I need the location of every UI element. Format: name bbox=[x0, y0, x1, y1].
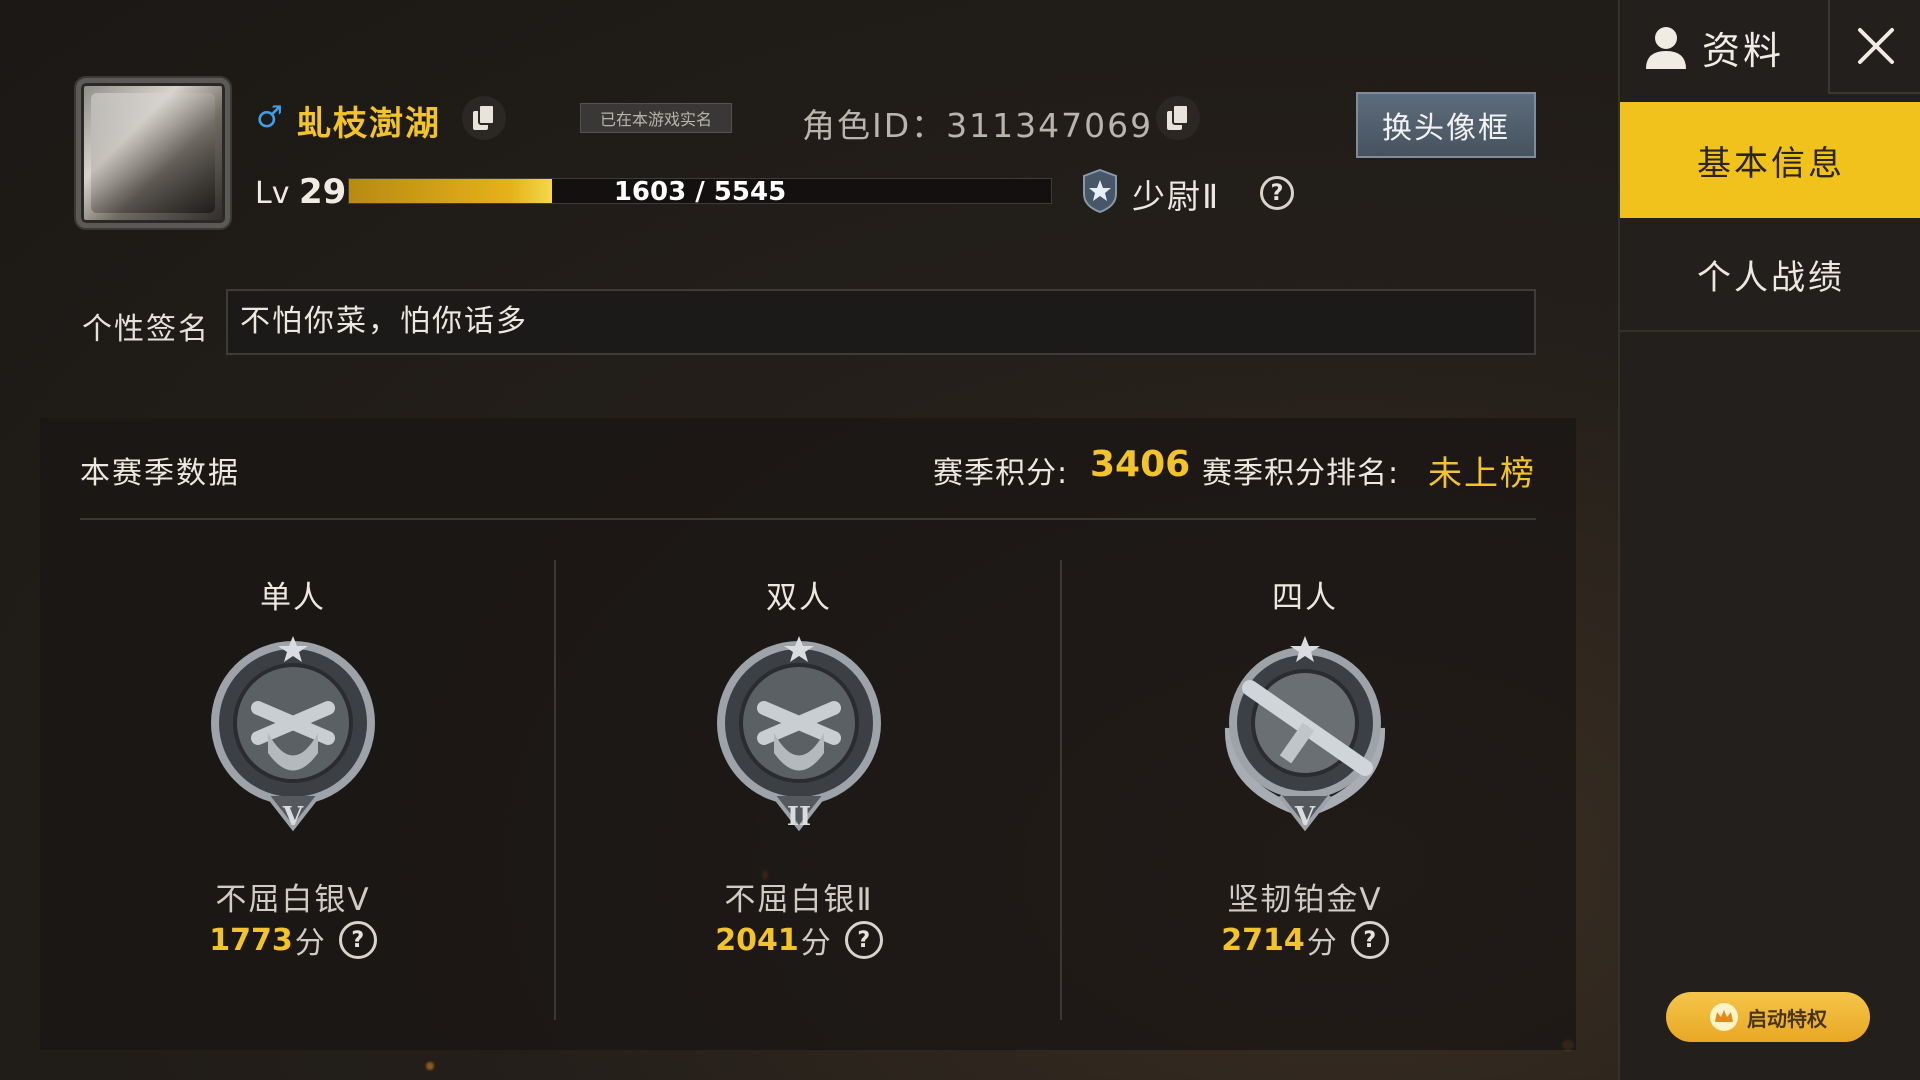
signature-label: 个性签名 bbox=[82, 312, 210, 347]
score-line: 1773 分 ? bbox=[40, 918, 546, 962]
season-rank-value: 未上榜 bbox=[1428, 454, 1536, 494]
sidebar: 资料 基本信息 个人战绩 启动特权 bbox=[1618, 0, 1920, 1080]
tier-name: 不屈白银Ⅱ bbox=[724, 882, 874, 918]
close-button[interactable] bbox=[1828, 0, 1920, 94]
ember-decoration bbox=[426, 1062, 434, 1070]
score-unit: 分 bbox=[1306, 926, 1337, 961]
rank-shield-icon bbox=[1083, 168, 1117, 214]
season-score-label: 赛季积分: bbox=[933, 456, 1069, 491]
score-line: 2714 分 ? bbox=[1052, 918, 1558, 962]
privilege-button[interactable]: 启动特权 bbox=[1666, 992, 1870, 1042]
tier-name: 不屈白银Ⅴ bbox=[215, 882, 371, 918]
player-name: 虬枝澍湖 bbox=[297, 104, 441, 144]
role-id-label: 角色ID： bbox=[802, 106, 947, 145]
privilege-label: 启动特权 bbox=[1747, 1006, 1827, 1031]
mode-name: 双人 bbox=[766, 580, 832, 616]
mode-duo[interactable]: 双人 II 不屈白银Ⅱ 2041 分 ? bbox=[546, 536, 1052, 1036]
score-unit: 分 bbox=[800, 926, 831, 961]
season-score-value: 3406 bbox=[1090, 444, 1191, 485]
crown-icon bbox=[1710, 1003, 1738, 1031]
mode-score: 2041 bbox=[715, 922, 799, 958]
role-id: 角色ID：311347069 bbox=[802, 99, 1153, 147]
copy-name-icon[interactable] bbox=[462, 96, 506, 140]
mode-solo[interactable]: 单人 V 不屈白银Ⅴ 1773 分 ? bbox=[40, 536, 546, 1036]
copy-id-icon[interactable] bbox=[1156, 96, 1200, 140]
profile-icon bbox=[1646, 27, 1686, 69]
xp-progress-bar: 1603 / 5545 bbox=[348, 177, 1052, 207]
mode-squad[interactable]: 四人 V 坚韧铂金Ⅴ 2714 分 ? bbox=[1052, 536, 1558, 1036]
avatar[interactable] bbox=[76, 78, 230, 228]
tier-name: 坚韧铂金Ⅴ bbox=[1227, 882, 1383, 918]
level-prefix: Lv bbox=[255, 176, 290, 211]
platinum-tier-badge-icon: V bbox=[1224, 636, 1386, 832]
rank-help-icon[interactable]: ? bbox=[1260, 176, 1294, 210]
mode-name: 单人 bbox=[260, 580, 326, 616]
mode-name: 四人 bbox=[1272, 580, 1338, 616]
role-id-value: 311347069 bbox=[946, 106, 1154, 145]
mode-score: 1773 bbox=[209, 922, 293, 958]
badge-numeral: V bbox=[282, 802, 304, 832]
rank-title: 少尉Ⅱ bbox=[1132, 177, 1221, 216]
score-help-icon[interactable]: ? bbox=[1350, 921, 1389, 959]
season-data-panel: 本赛季数据 赛季积分: 3406 赛季积分排名: 未上榜 单人 V 不屈白银Ⅴ … bbox=[40, 418, 1576, 1050]
badge-numeral: V bbox=[1294, 802, 1316, 832]
score-unit: 分 bbox=[294, 926, 325, 961]
signature-field[interactable]: 不怕你菜，怕你话多 bbox=[226, 289, 1536, 355]
score-line: 2041 分 ? bbox=[546, 918, 1052, 962]
mode-score: 2714 bbox=[1221, 922, 1305, 958]
score-help-icon[interactable]: ? bbox=[844, 921, 883, 959]
silver-tier-badge-icon: V bbox=[211, 636, 375, 832]
level-label: Lv 29 bbox=[255, 172, 346, 212]
close-icon bbox=[1858, 28, 1894, 64]
tab-personal-stats[interactable]: 个人战绩 bbox=[1620, 218, 1920, 332]
score-help-icon[interactable]: ? bbox=[338, 921, 377, 959]
season-title: 本赛季数据 bbox=[80, 456, 240, 491]
xp-text: 1603 / 5545 bbox=[613, 177, 787, 207]
season-rank-label: 赛季积分排名: bbox=[1202, 456, 1400, 491]
verified-badge: 已在本游戏实名 bbox=[580, 103, 732, 133]
badge-numeral: II bbox=[787, 802, 811, 832]
divider bbox=[80, 518, 1536, 520]
tab-basic-info[interactable]: 基本信息 bbox=[1620, 102, 1920, 218]
sidebar-title: 资料 bbox=[1702, 28, 1785, 73]
silver-tier-badge-icon: II bbox=[717, 636, 881, 832]
change-frame-button[interactable]: 换头像框 bbox=[1356, 92, 1536, 158]
level-value: 29 bbox=[299, 172, 347, 212]
male-gender-icon: ♂ bbox=[256, 100, 283, 135]
sidebar-header: 资料 bbox=[1620, 0, 1826, 94]
